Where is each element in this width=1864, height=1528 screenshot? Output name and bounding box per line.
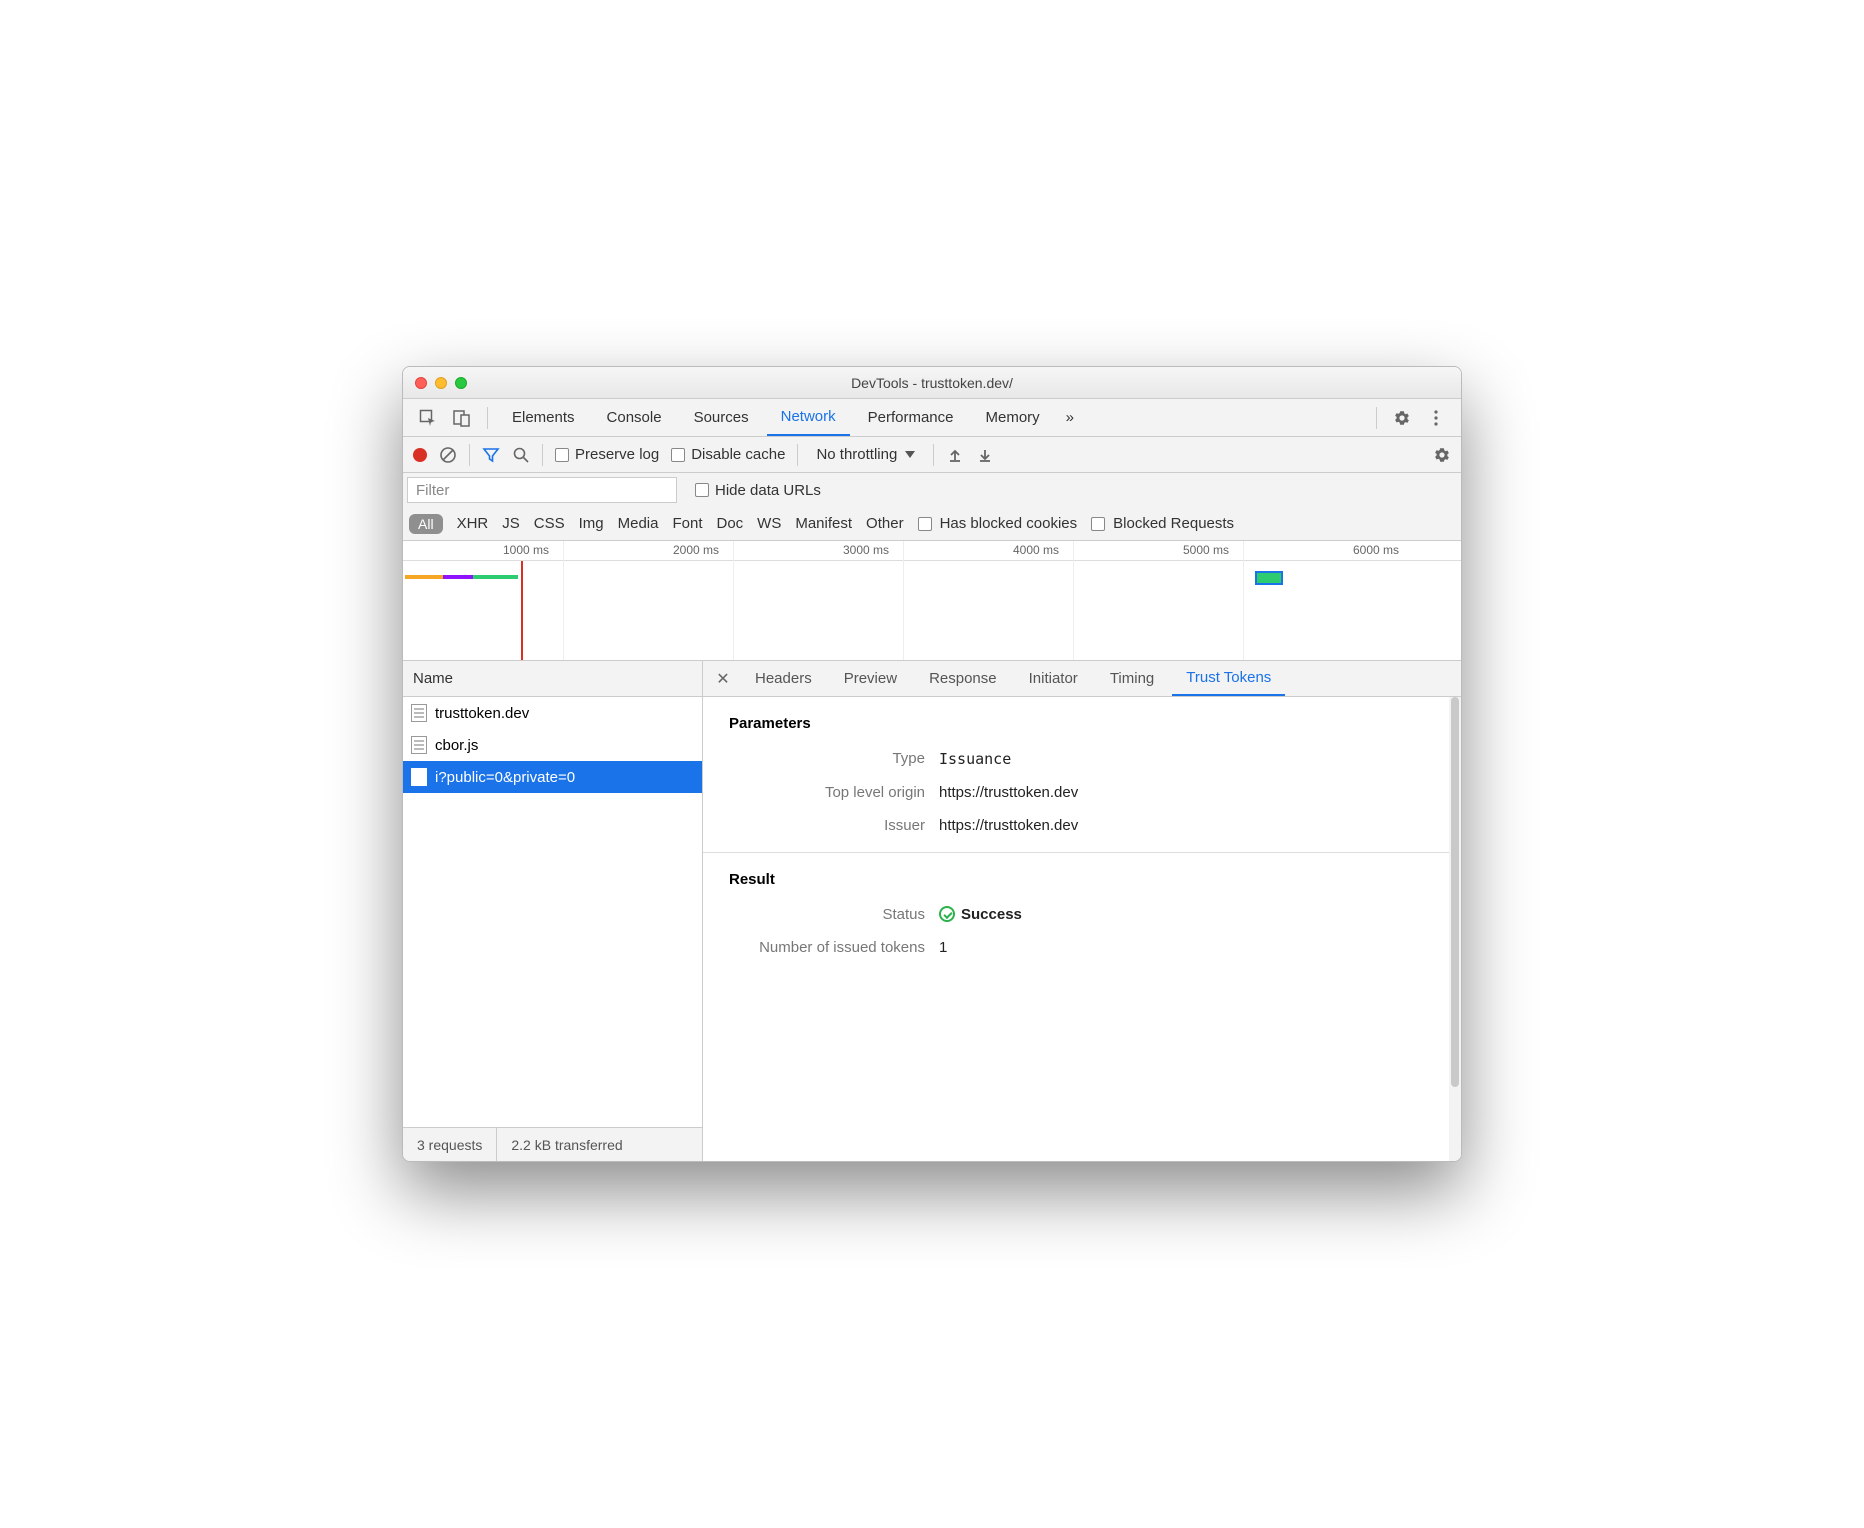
kebab-menu-icon[interactable] (1421, 403, 1451, 433)
throttling-value: No throttling (816, 446, 897, 463)
result-tokens-value: 1 (939, 939, 947, 956)
result-section-title: Result (729, 871, 1435, 888)
type-other[interactable]: Other (866, 515, 904, 532)
inspect-element-icon[interactable] (413, 403, 443, 433)
type-all[interactable]: All (409, 514, 443, 534)
disable-cache-label: Disable cache (691, 446, 785, 463)
success-check-icon (939, 906, 955, 922)
filter-icon[interactable] (482, 446, 500, 464)
document-icon (411, 704, 427, 722)
timeline-overview[interactable]: 1000 ms 2000 ms 3000 ms 4000 ms 5000 ms … (403, 541, 1461, 661)
tab-memory[interactable]: Memory (972, 399, 1054, 436)
scrollbar-track[interactable] (1449, 697, 1461, 1161)
script-icon (411, 736, 427, 754)
detail-tab-response[interactable]: Response (915, 661, 1011, 696)
tab-performance[interactable]: Performance (854, 399, 968, 436)
result-status-label: Status (729, 906, 939, 923)
timeline-tick: 4000 ms (1013, 543, 1059, 557)
clear-icon[interactable] (439, 446, 457, 464)
download-har-icon[interactable] (976, 446, 994, 464)
tab-network[interactable]: Network (767, 399, 850, 436)
type-img[interactable]: Img (579, 515, 604, 532)
titlebar: DevTools - trusttoken.dev/ (403, 367, 1461, 399)
detail-tab-headers[interactable]: Headers (741, 661, 826, 696)
request-list-pane: Name trusttoken.dev cbor.js i?public=0&p… (403, 661, 703, 1161)
search-icon[interactable] (512, 446, 530, 464)
type-doc[interactable]: Doc (716, 515, 743, 532)
param-type-label: Type (729, 750, 939, 768)
param-origin-label: Top level origin (729, 784, 939, 801)
timeline-request-block (1255, 571, 1283, 585)
tab-sources[interactable]: Sources (680, 399, 763, 436)
chevron-down-icon (905, 451, 915, 458)
filter-bar: Filter Hide data URLs (403, 473, 1461, 507)
type-media[interactable]: Media (618, 515, 659, 532)
device-toggle-icon[interactable] (447, 403, 477, 433)
request-name: i?public=0&private=0 (435, 769, 575, 786)
request-name: cbor.js (435, 737, 478, 754)
name-column-header[interactable]: Name (403, 661, 702, 697)
devtools-window: DevTools - trusttoken.dev/ Elements Cons… (402, 366, 1462, 1162)
content-area: Name trusttoken.dev cbor.js i?public=0&p… (403, 661, 1461, 1161)
type-ws[interactable]: WS (757, 515, 781, 532)
param-type-value: Issuance (939, 750, 1011, 768)
toolbar-gear-icon[interactable] (1433, 446, 1451, 464)
blocked-requests-checkbox[interactable]: Blocked Requests (1091, 515, 1234, 532)
request-status-bar: 3 requests 2.2 kB transferred (403, 1127, 702, 1161)
result-status-value: Success (939, 906, 1022, 923)
status-transferred: 2.2 kB transferred (497, 1128, 636, 1161)
param-issuer-value: https://trusttoken.dev (939, 817, 1078, 834)
request-list: trusttoken.dev cbor.js i?public=0&privat… (403, 697, 702, 1127)
detail-tab-trust-tokens[interactable]: Trust Tokens (1172, 661, 1285, 696)
disable-cache-checkbox[interactable]: Disable cache (671, 446, 785, 463)
preserve-log-checkbox[interactable]: Preserve log (555, 446, 659, 463)
type-manifest[interactable]: Manifest (795, 515, 852, 532)
request-row[interactable]: trusttoken.dev (403, 697, 702, 729)
timeline-tick: 6000 ms (1353, 543, 1399, 557)
result-tokens-label: Number of issued tokens (729, 939, 939, 956)
timeline-tick: 3000 ms (843, 543, 889, 557)
detail-pane: ✕ Headers Preview Response Initiator Tim… (703, 661, 1461, 1161)
request-row[interactable]: cbor.js (403, 729, 702, 761)
detail-tab-timing[interactable]: Timing (1096, 661, 1168, 696)
network-toolbar: Preserve log Disable cache No throttling (403, 437, 1461, 473)
request-row[interactable]: i?public=0&private=0 (403, 761, 702, 793)
type-css[interactable]: CSS (534, 515, 565, 532)
hide-data-urls-checkbox[interactable]: Hide data URLs (695, 482, 821, 499)
type-bar: All XHR JS CSS Img Media Font Doc WS Man… (403, 507, 1461, 541)
param-issuer-label: Issuer (729, 817, 939, 834)
status-requests: 3 requests (403, 1128, 497, 1161)
tab-elements[interactable]: Elements (498, 399, 589, 436)
upload-har-icon[interactable] (946, 446, 964, 464)
detail-tab-initiator[interactable]: Initiator (1015, 661, 1092, 696)
type-xhr[interactable]: XHR (457, 515, 489, 532)
window-title: DevTools - trusttoken.dev/ (403, 375, 1461, 391)
has-blocked-cookies-checkbox[interactable]: Has blocked cookies (918, 515, 1078, 532)
throttling-select[interactable]: No throttling (810, 446, 921, 463)
hide-data-urls-label: Hide data URLs (715, 482, 821, 499)
type-font[interactable]: Font (672, 515, 702, 532)
main-tabs: Elements Console Sources Network Perform… (403, 399, 1461, 437)
param-origin-value: https://trusttoken.dev (939, 784, 1078, 801)
settings-gear-icon[interactable] (1387, 403, 1417, 433)
resource-icon (411, 768, 427, 786)
record-button[interactable] (413, 448, 427, 462)
tab-console[interactable]: Console (593, 399, 676, 436)
preserve-log-label: Preserve log (575, 446, 659, 463)
filter-input[interactable]: Filter (407, 477, 677, 503)
detail-body: Parameters Type Issuance Top level origi… (703, 697, 1461, 1161)
scrollbar-thumb[interactable] (1451, 697, 1459, 1087)
request-name: trusttoken.dev (435, 705, 529, 722)
parameters-section-title: Parameters (729, 715, 1435, 732)
filter-placeholder: Filter (416, 482, 449, 499)
timeline-tick: 1000 ms (503, 543, 549, 557)
detail-tabs: ✕ Headers Preview Response Initiator Tim… (703, 661, 1461, 697)
detail-tab-preview[interactable]: Preview (830, 661, 911, 696)
type-js[interactable]: JS (502, 515, 520, 532)
tab-overflow[interactable]: » (1058, 399, 1082, 436)
timeline-tick: 2000 ms (673, 543, 719, 557)
timeline-tick: 5000 ms (1183, 543, 1229, 557)
close-detail-icon[interactable]: ✕ (709, 669, 737, 689)
